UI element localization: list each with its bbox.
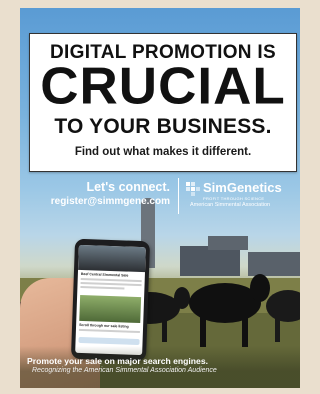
phone-screen-text-line [78, 328, 140, 334]
footer-subline: Recognizing the American Simmental Assoc… [32, 367, 217, 374]
phone-screen: Beef Central Simmental Sale Scroll throu… [75, 244, 146, 356]
headline-line-2: CRUCIAL [40, 57, 286, 116]
smartphone: Beef Central Simmental Sale Scroll throu… [70, 238, 151, 362]
phone-screen-title: Beef Central Simmental Sale [80, 271, 129, 278]
brand-subtitle: American Simmental Association [190, 202, 271, 208]
contact-block: Let's connect. register@simmgene.com [20, 180, 170, 207]
phone-screen-button [78, 336, 140, 346]
headline-box: DIGITAL PROMOTION IS CRUCIAL TO YOUR BUS… [29, 33, 297, 172]
brand-name: SimGenetics [203, 180, 282, 195]
divider [178, 178, 179, 214]
advertisement-card: DIGITAL PROMOTION IS CRUCIAL TO YOUR BUS… [20, 8, 300, 388]
phone-screen-title: Scroll through our sale listing [79, 322, 129, 329]
phone-screen-photo [79, 294, 142, 324]
footer-headline: Promote your sale on major search engine… [27, 356, 209, 366]
simgenetics-logo-icon [186, 182, 200, 196]
brand-tagline: PROFIT THROUGH SCIENCE [203, 196, 265, 201]
barn-roof [208, 236, 248, 250]
headline-line-3: TO YOUR BUSINESS. [54, 115, 272, 138]
phone-screen-photo [78, 244, 146, 273]
headline-subline: Find out what makes it different. [74, 146, 252, 158]
contact-email-link[interactable]: register@simmgene.com [20, 196, 170, 207]
contact-heading: Let's connect. [86, 180, 170, 194]
phone-screen-text-line [80, 285, 125, 290]
